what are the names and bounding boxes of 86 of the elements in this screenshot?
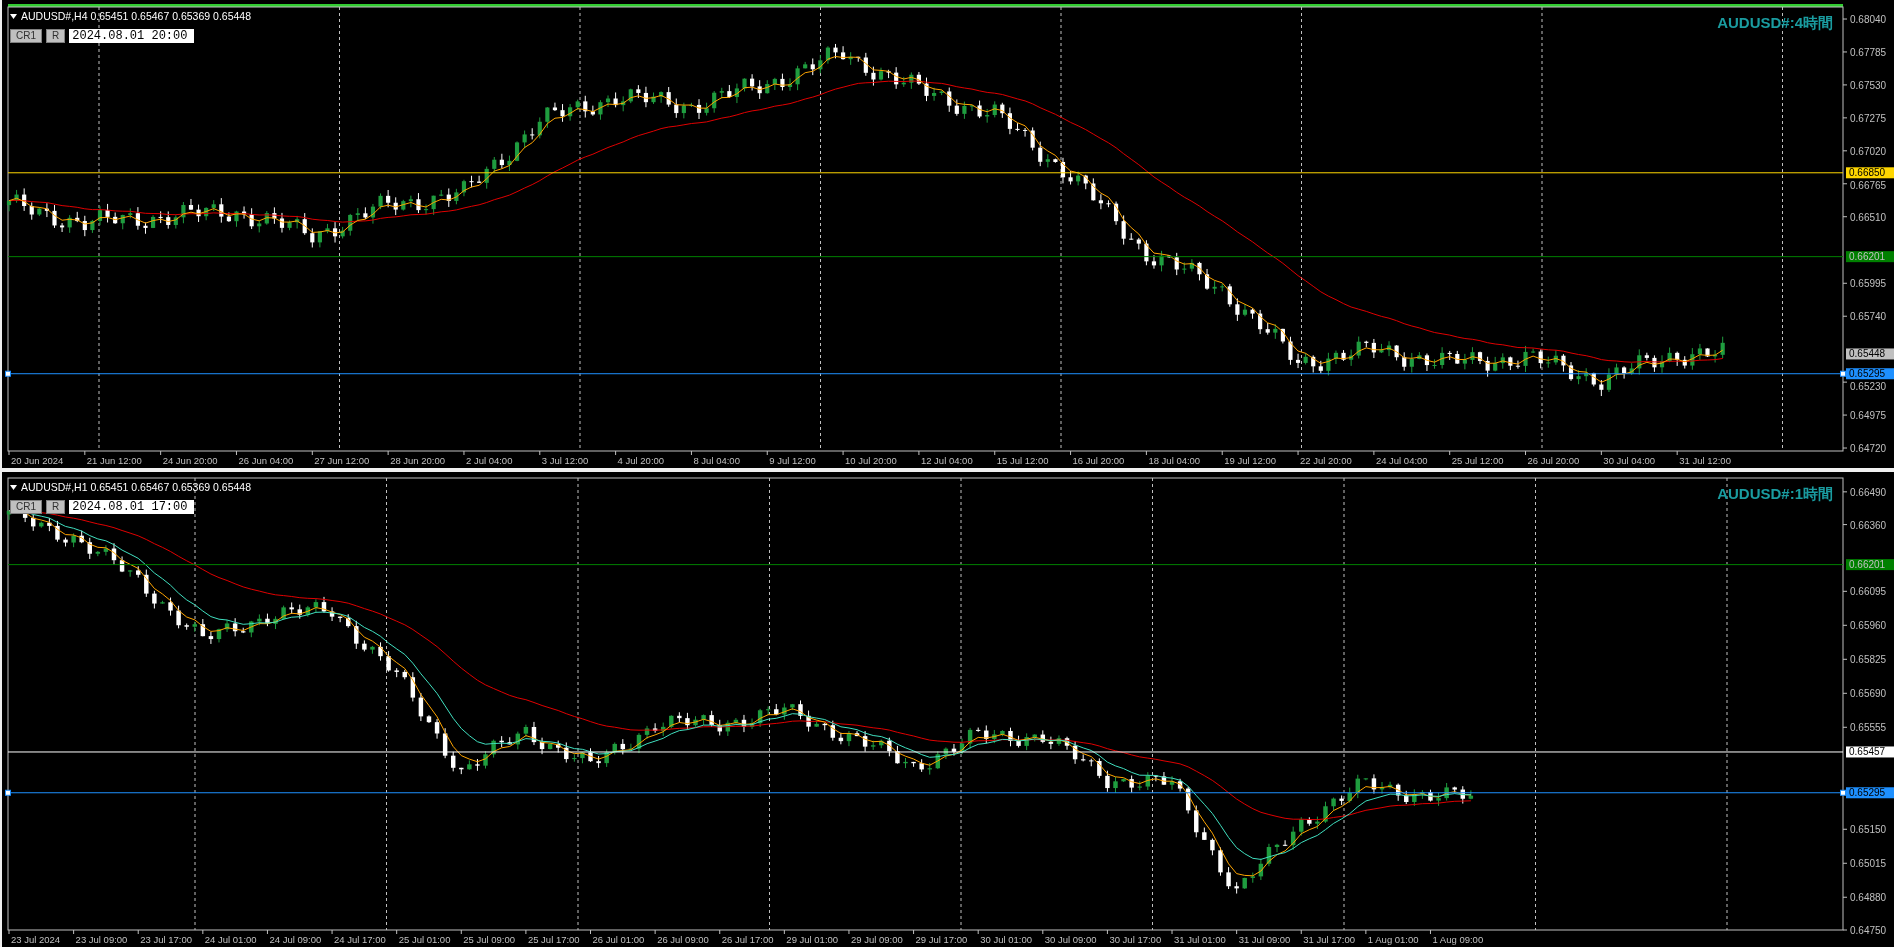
- price-axis-label: 0.66095: [1850, 586, 1887, 598]
- time-axis-label: 25 Jul 17:00: [527, 934, 580, 945]
- time-axis-label: 9 Jul 12:00: [769, 455, 816, 466]
- time-axis-label: 24 Jun 20:00: [162, 455, 218, 466]
- price-tag-label: 0.65448: [1849, 348, 1886, 360]
- time-axis-label: 30 Jul 09:00: [1044, 934, 1097, 945]
- price-axis-label: 0.65150: [1850, 824, 1887, 836]
- time-axis-label: 20 Jun 2024: [11, 455, 64, 466]
- time-axis-label: 30 Jul 04:00: [1603, 455, 1656, 466]
- price-tag-label: 0.65457: [1849, 746, 1886, 758]
- time-axis-label: 12 Jul 04:00: [920, 455, 973, 466]
- time-axis-label: 28 Jun 20:00: [390, 455, 446, 466]
- price-axis-label: 0.66360: [1850, 519, 1887, 531]
- time-axis-label: 10 Jul 20:00: [845, 455, 897, 466]
- price-axis-label: 0.67020: [1850, 145, 1887, 157]
- price-axis-label: 0.64975: [1850, 410, 1887, 422]
- time-axis-label: 21 Jun 12:00: [86, 455, 142, 466]
- price-axis-label: 0.66765: [1850, 179, 1887, 191]
- chart-title: AUDUSD#:1時間: [1717, 485, 1833, 502]
- price-tag-label: 0.66201: [1849, 559, 1886, 571]
- time-axis-label: 16 Jul 20:00: [1072, 455, 1125, 466]
- price-axis-label: 0.67785: [1850, 46, 1887, 58]
- price-axis-label: 0.65690: [1850, 688, 1887, 700]
- time-axis-label: 25 Jul 12:00: [1451, 455, 1504, 466]
- symbol-quote: AUDUSD#,H1 0.65451 0.65467 0.65369 0.65448: [21, 480, 251, 495]
- price-tag-label: 0.66201: [1849, 251, 1886, 263]
- time-axis-label: 24 Jul 01:00: [204, 934, 257, 945]
- price-tag-label: 0.65295: [1849, 787, 1886, 799]
- time-axis-label: 3 Jul 12:00: [541, 455, 589, 466]
- time-axis-label: 26 Jul 17:00: [721, 934, 774, 945]
- time-axis-label: 1 Aug 09:00: [1432, 934, 1484, 945]
- price-axis-label: 0.68040: [1850, 14, 1887, 25]
- price-axis-label: 0.64720: [1850, 443, 1887, 455]
- price-axis-label: 0.65995: [1850, 278, 1887, 290]
- toolbar-button[interactable]: R: [46, 499, 66, 514]
- time-axis-label: 31 Jul 01:00: [1174, 934, 1226, 945]
- price-axis-label: 0.64750: [1850, 925, 1887, 936]
- time-axis-label: 30 Jul 17:00: [1109, 934, 1162, 945]
- time-axis-label: 26 Jul 01:00: [592, 934, 645, 945]
- time-axis-label: 2 Jul 04:00: [465, 455, 513, 466]
- time-axis-label: 23 Jul 2024: [11, 934, 61, 945]
- time-axis-label: 29 Jul 09:00: [850, 934, 903, 945]
- time-axis-label: 31 Jul 17:00: [1303, 934, 1355, 945]
- time-axis-label: 23 Jul 17:00: [140, 934, 192, 945]
- toolbar-button[interactable]: R: [46, 28, 66, 43]
- price-tag-label: 0.65295: [1849, 368, 1886, 380]
- price-axis-label: 0.65015: [1850, 858, 1887, 870]
- price-axis-label: 0.65740: [1850, 311, 1887, 323]
- price-tag-label: 0.66850: [1849, 167, 1886, 179]
- price-axis-label: 0.67275: [1850, 112, 1887, 124]
- time-axis-label: 29 Jul 17:00: [915, 934, 968, 945]
- time-axis-label: 19 Jul 12:00: [1224, 455, 1276, 466]
- time-axis-label: 27 Jun 12:00: [314, 455, 370, 466]
- time-axis-label: 29 Jul 01:00: [786, 934, 839, 945]
- toolbar-button[interactable]: CR1: [10, 28, 42, 43]
- time-axis-label: 24 Jul 17:00: [334, 934, 386, 945]
- time-axis-label: 24 Jul 09:00: [269, 934, 322, 945]
- price-axis-label: 0.65555: [1850, 722, 1887, 734]
- price-axis-label: 0.65230: [1850, 380, 1887, 392]
- price-axis-label: 0.64880: [1850, 892, 1887, 904]
- date-field[interactable]: 2024.08.01 20:00: [69, 28, 195, 43]
- time-axis-label: 31 Jul 09:00: [1238, 934, 1291, 945]
- price-axis-label: 0.66490: [1850, 486, 1887, 498]
- time-axis-label: 25 Jul 01:00: [398, 934, 451, 945]
- date-field[interactable]: 2024.08.01 17:00: [69, 499, 195, 514]
- chart-title: AUDUSD#:4時間: [1717, 14, 1833, 31]
- price-axis-label: 0.67530: [1850, 79, 1887, 91]
- time-axis-label: 26 Jun 04:00: [238, 455, 294, 466]
- time-axis-label: 18 Jul 04:00: [1148, 455, 1201, 466]
- time-axis-label: 26 Jul 09:00: [657, 934, 709, 945]
- time-axis-label: 24 Jul 04:00: [1375, 455, 1428, 466]
- time-axis-label: 31 Jul 12:00: [1679, 455, 1731, 466]
- time-axis-label: 15 Jul 12:00: [996, 455, 1049, 466]
- price-axis-label: 0.65960: [1850, 620, 1887, 632]
- time-axis-label: 30 Jul 01:00: [980, 934, 1032, 945]
- price-axis-label: 0.65825: [1850, 654, 1887, 666]
- time-axis-label: 23 Jul 09:00: [75, 934, 128, 945]
- time-axis-label: 1 Aug 01:00: [1367, 934, 1419, 945]
- time-axis-label: 4 Jul 20:00: [617, 455, 665, 466]
- time-axis-label: 8 Jul 04:00: [693, 455, 740, 466]
- time-axis-label: 22 Jul 20:00: [1300, 455, 1352, 466]
- toolbar-button[interactable]: CR1: [10, 499, 42, 514]
- time-axis-label: 25 Jul 09:00: [463, 934, 516, 945]
- symbol-quote: AUDUSD#,H4 0.65451 0.65467 0.65369 0.65448: [21, 9, 251, 24]
- time-axis-label: 26 Jul 20:00: [1527, 455, 1580, 466]
- price-axis-label: 0.66510: [1850, 211, 1887, 223]
